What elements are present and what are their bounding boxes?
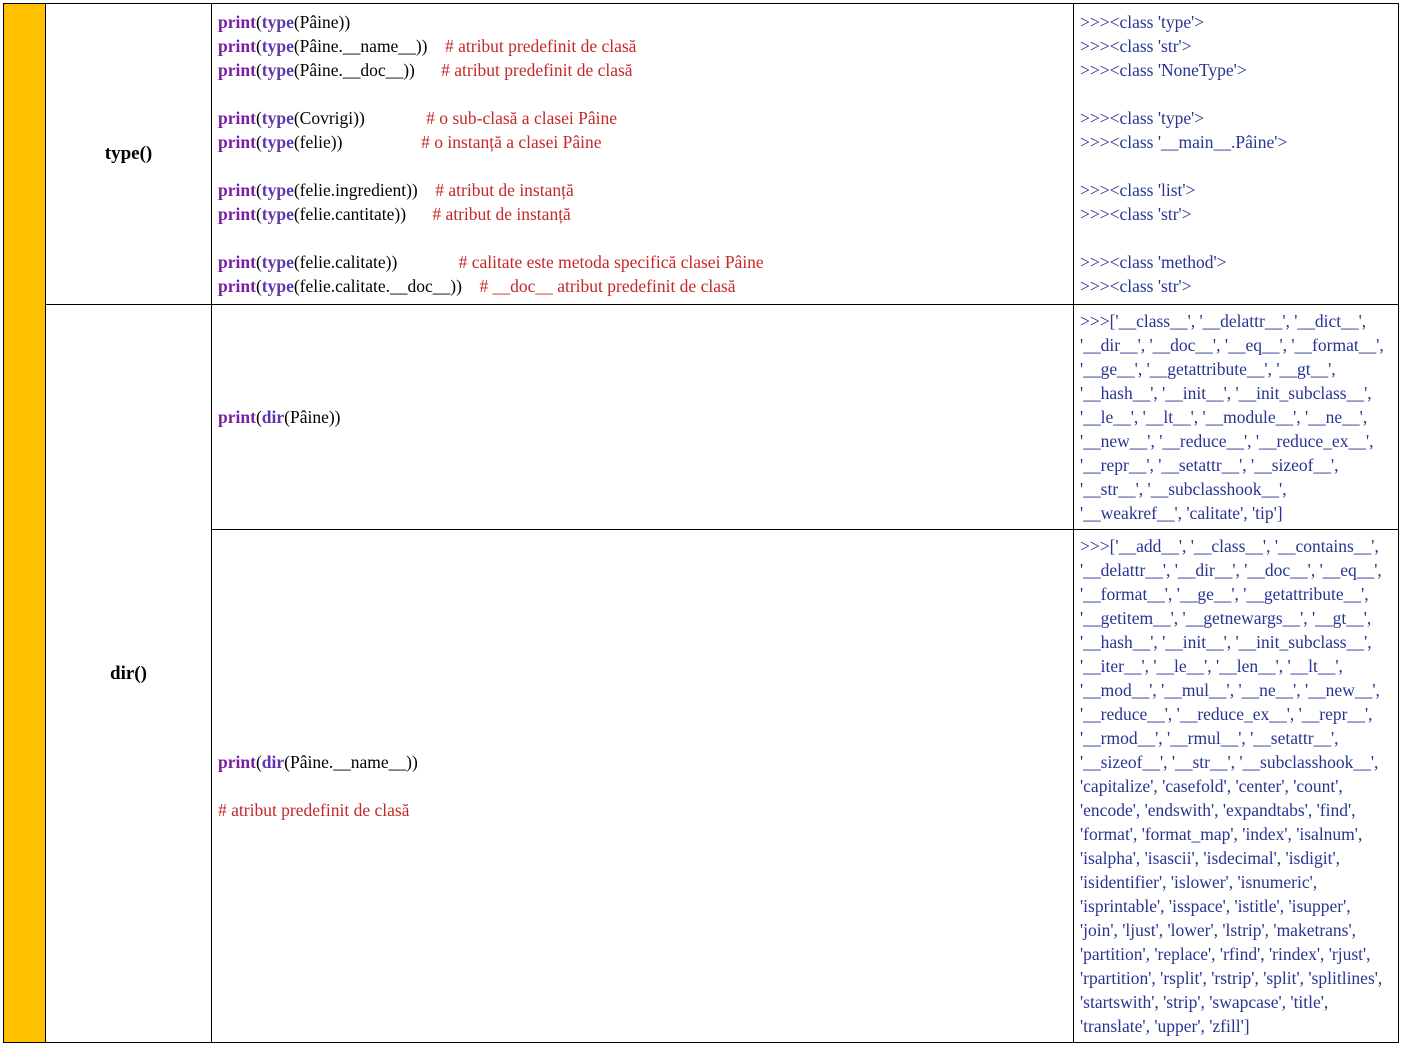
code-block-dir-1: print(dir(Pâine))	[218, 405, 1067, 429]
reference-table: type() print(type(Pâine)) print(type(Pâi…	[3, 3, 1399, 1043]
code-dir-1: print(dir(Pâine))	[212, 305, 1074, 530]
function-name-type: type()	[46, 4, 212, 305]
code-block-type: print(type(Pâine)) print(type(Pâine.__na…	[218, 10, 1067, 298]
output-dir-2: >>>['__add__', '__class__', '__contains_…	[1074, 530, 1399, 1043]
output-type: >>><class 'type'> >>><class 'str'> >>><c…	[1074, 4, 1399, 305]
code-type: print(type(Pâine)) print(type(Pâine.__na…	[212, 4, 1074, 305]
row-dir-1: dir() print(dir(Pâine)) >>>['__class__',…	[4, 305, 1399, 530]
output-block-type: >>><class 'type'> >>><class 'str'> >>><c…	[1080, 10, 1392, 298]
row-dir-2: print(dir(Pâine.__name__)) # atribut pre…	[4, 530, 1399, 1043]
category-stripe	[4, 4, 46, 1043]
output-block-dir-2: >>>['__add__', '__class__', '__contains_…	[1080, 534, 1392, 1038]
output-dir-1: >>>['__class__', '__delattr__', '__dict_…	[1074, 305, 1399, 530]
row-type: type() print(type(Pâine)) print(type(Pâi…	[4, 4, 1399, 305]
output-block-dir-1: >>>['__class__', '__delattr__', '__dict_…	[1080, 309, 1392, 525]
code-dir-2: print(dir(Pâine.__name__)) # atribut pre…	[212, 530, 1074, 1043]
code-block-dir-2: print(dir(Pâine.__name__)) # atribut pre…	[218, 750, 1067, 822]
function-name-dir: dir()	[46, 305, 212, 1043]
